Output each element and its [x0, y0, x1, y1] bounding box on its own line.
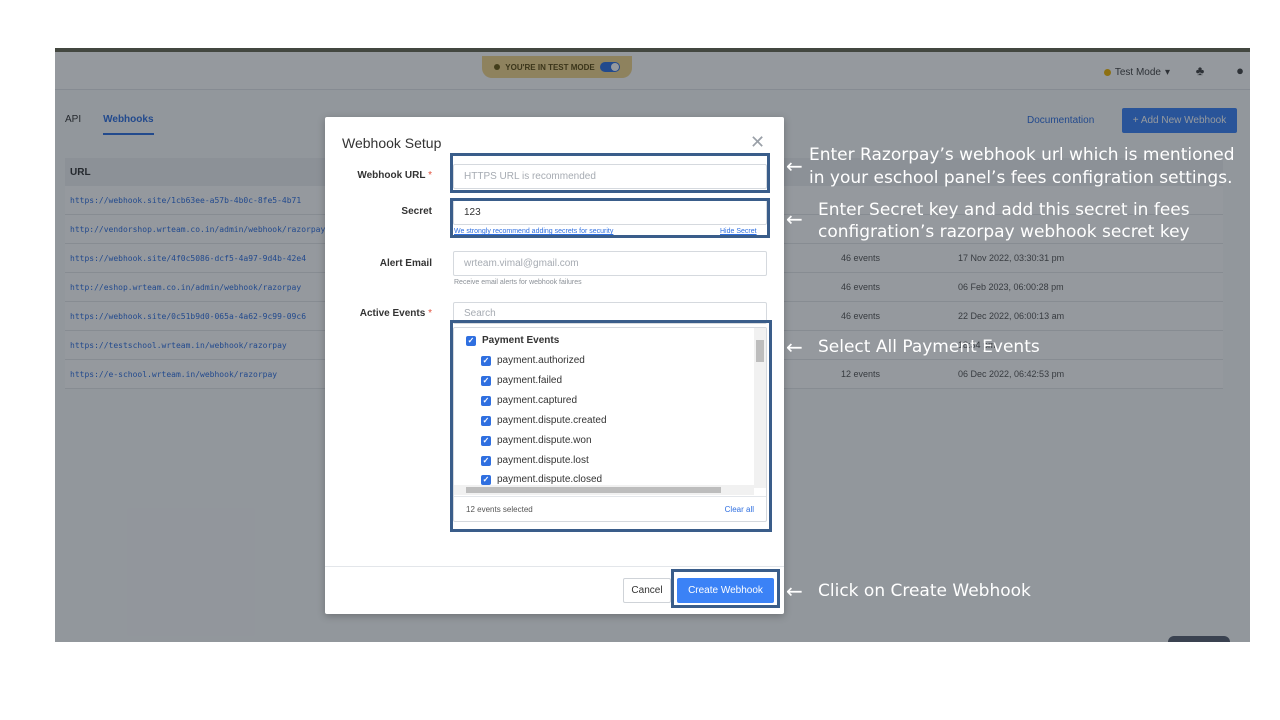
- highlight-webhook-url: [450, 153, 770, 193]
- highlight-create-button: [671, 569, 780, 608]
- arrow-left-icon: ←: [786, 207, 803, 231]
- active-events-label-text: Active Events: [359, 308, 426, 319]
- footer-divider: [325, 566, 784, 567]
- required-mark: *: [428, 308, 432, 319]
- arrow-left-icon: ←: [786, 154, 803, 178]
- alert-email-hint: Receive email alerts for webhook failure…: [454, 279, 582, 286]
- note-events: Select All Payment Events: [818, 337, 1040, 357]
- note-webhook-url-1: Enter Razorpay’s webhook url which is me…: [809, 145, 1235, 165]
- chat-widget[interactable]: [1168, 636, 1230, 642]
- note-secret-1: Enter Secret key and add this secret in …: [818, 200, 1190, 220]
- webhook-url-label-text: Webhook URL: [357, 170, 426, 181]
- webhook-url-label: Webhook URL *: [325, 170, 432, 181]
- alert-email-input[interactable]: wrteam.vimal@gmail.com: [453, 251, 767, 276]
- note-webhook-url-2: in your eschool panel’s fees configratio…: [809, 168, 1233, 188]
- required-mark: *: [428, 170, 432, 181]
- alert-email-label: Alert Email: [379, 258, 432, 269]
- close-icon[interactable]: ✕: [750, 133, 765, 151]
- note-create: Click on Create Webhook: [818, 581, 1031, 601]
- cancel-button[interactable]: Cancel: [623, 578, 671, 603]
- arrow-left-icon: ←: [786, 579, 803, 603]
- highlight-events: [450, 320, 772, 532]
- highlight-secret: [450, 198, 770, 238]
- note-secret-2: configration’s razorpay webhook secret k…: [818, 222, 1190, 242]
- modal-title: Webhook Setup: [342, 135, 442, 151]
- secret-label: Secret: [401, 206, 432, 217]
- arrow-left-icon: ←: [786, 335, 803, 359]
- active-events-label: Active Events *: [325, 308, 432, 319]
